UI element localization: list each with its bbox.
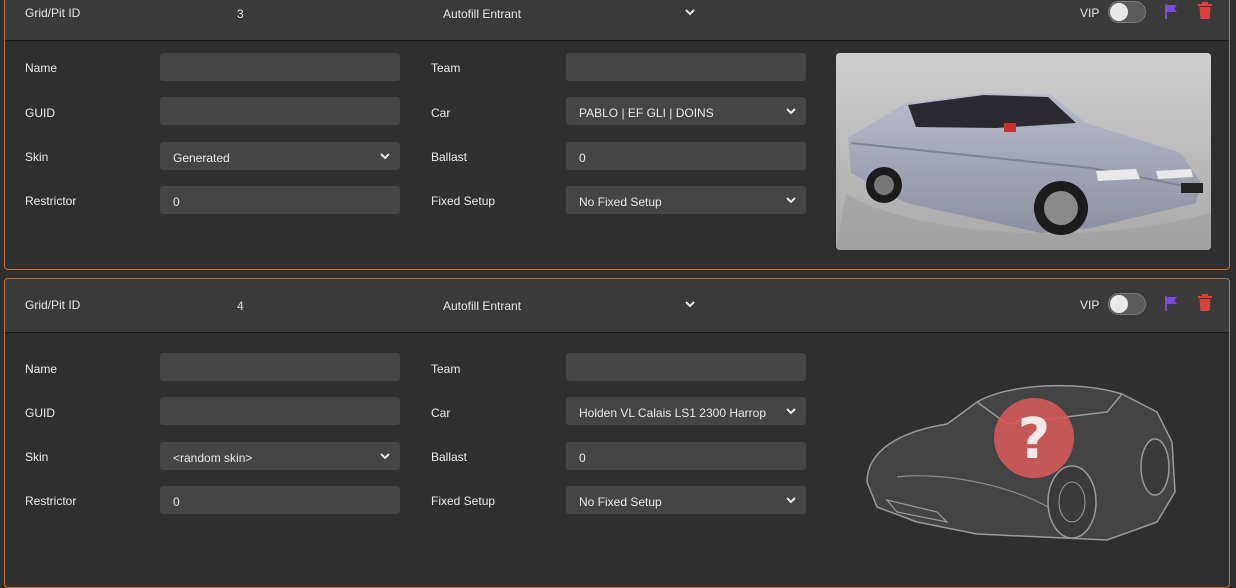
- fixed-setup-select[interactable]: No Fixed Setup: [566, 186, 806, 214]
- trash-icon[interactable]: [1197, 2, 1213, 20]
- entrant-card: Grid/Pit ID 3 Autofill Entrant VIP Name …: [4, 0, 1230, 270]
- skin-value: <random skin>: [173, 451, 253, 465]
- vip-toggle[interactable]: [1108, 293, 1146, 315]
- chevron-down-icon: [786, 108, 796, 115]
- car-label: Car: [431, 106, 451, 120]
- ballast-label: Ballast: [431, 450, 468, 464]
- chevron-down-icon: [786, 408, 796, 415]
- flag-icon[interactable]: [1163, 295, 1179, 311]
- guid-label: GUID: [25, 406, 55, 420]
- name-input[interactable]: [160, 53, 400, 81]
- car-value: PABLO | EF GLI | DOINS: [579, 106, 714, 120]
- name-label: Name: [25, 61, 58, 75]
- toggle-knob: [1110, 295, 1128, 313]
- skin-value: Generated: [173, 151, 230, 165]
- car-preview-image: [836, 53, 1211, 250]
- unknown-car-placeholder: ?: [866, 384, 1176, 541]
- fixed-setup-label: Fixed Setup: [431, 494, 496, 508]
- entrant-header: Grid/Pit ID 3 Autofill Entrant VIP: [5, 0, 1229, 41]
- autofill-entrant-select[interactable]: Autofill Entrant: [429, 291, 705, 319]
- chevron-down-icon: [685, 9, 695, 16]
- ballast-input[interactable]: 0: [566, 442, 806, 470]
- team-label: Team: [431, 362, 461, 376]
- fixed-setup-label: Fixed Setup: [431, 194, 496, 208]
- guid-input[interactable]: [160, 97, 400, 125]
- vip-label: VIP: [1080, 6, 1100, 20]
- entrant-header: Grid/Pit ID 4 Autofill Entrant VIP: [5, 279, 1229, 333]
- skin-select[interactable]: <random skin>: [160, 442, 400, 470]
- trash-icon[interactable]: [1197, 294, 1213, 312]
- grid-pit-id-input[interactable]: 3: [237, 7, 244, 21]
- grid-pit-id-label: Grid/Pit ID: [25, 6, 81, 20]
- fixed-setup-select[interactable]: No Fixed Setup: [566, 486, 806, 514]
- restrictor-label: Restrictor: [25, 494, 77, 508]
- toggle-knob: [1110, 3, 1128, 21]
- fixed-setup-value: No Fixed Setup: [579, 495, 662, 509]
- restrictor-input[interactable]: 0: [160, 486, 400, 514]
- car-render: [836, 53, 1211, 250]
- skin-label: Skin: [25, 150, 49, 164]
- chevron-down-icon: [380, 453, 390, 460]
- skin-select[interactable]: Generated: [160, 142, 400, 170]
- name-input[interactable]: [160, 353, 400, 381]
- autofill-entrant-label: Autofill Entrant: [443, 7, 522, 21]
- chevron-down-icon: [786, 197, 796, 204]
- grid-pit-id-label: Grid/Pit ID: [25, 298, 81, 312]
- autofill-entrant-label: Autofill Entrant: [443, 299, 522, 313]
- team-input[interactable]: [566, 353, 806, 381]
- restrictor-label: Restrictor: [25, 194, 77, 208]
- guid-label: GUID: [25, 106, 55, 120]
- team-input[interactable]: [566, 53, 806, 81]
- vip-label: VIP: [1080, 298, 1100, 312]
- chevron-down-icon: [685, 301, 695, 308]
- chevron-down-icon: [380, 153, 390, 160]
- ballast-input[interactable]: 0: [566, 142, 806, 170]
- team-label: Team: [431, 61, 461, 75]
- grid-pit-id-input[interactable]: 4: [237, 299, 244, 313]
- flag-icon[interactable]: [1163, 3, 1179, 19]
- question-mark-icon: ?: [1018, 407, 1050, 472]
- vip-toggle[interactable]: [1108, 1, 1146, 23]
- guid-input[interactable]: [160, 397, 400, 425]
- skin-label: Skin: [25, 450, 49, 464]
- restrictor-input[interactable]: 0: [160, 186, 400, 214]
- ballast-label: Ballast: [431, 150, 468, 164]
- fixed-setup-value: No Fixed Setup: [579, 195, 662, 209]
- car-value: Holden VL Calais LS1 2300 Harrop: [579, 406, 767, 420]
- autofill-entrant-select[interactable]: Autofill Entrant: [429, 0, 705, 27]
- entrant-card: Grid/Pit ID 4 Autofill Entrant VIP Name …: [4, 278, 1230, 588]
- name-label: Name: [25, 362, 58, 376]
- chevron-down-icon: [786, 497, 796, 504]
- car-select[interactable]: PABLO | EF GLI | DOINS: [566, 97, 806, 125]
- car-select[interactable]: Holden VL Calais LS1 2300 Harrop: [566, 397, 806, 425]
- car-label: Car: [431, 406, 451, 420]
